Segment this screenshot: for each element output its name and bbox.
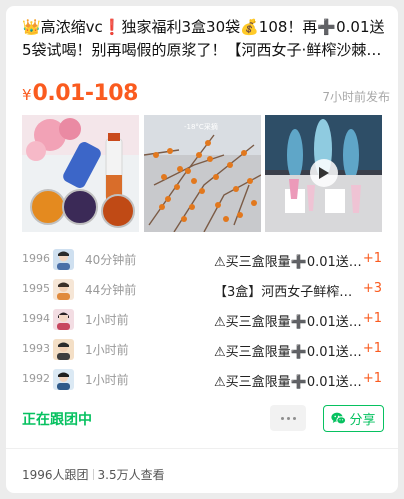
more-button[interactable] (270, 405, 306, 431)
order-number: 1994 (22, 312, 50, 325)
avatar[interactable] (53, 339, 74, 360)
order-quantity: +1 (362, 251, 382, 266)
price-row: ¥0.01-108 7小时前发布 (22, 81, 390, 108)
share-button[interactable]: 分享 (323, 405, 384, 432)
avatar[interactable] (53, 309, 74, 330)
avatar[interactable] (53, 369, 74, 390)
price: ¥0.01-108 (22, 81, 138, 106)
order-row[interactable]: 1994 1小时前 ⚠买三盒限量➕0.01送5袋 +1 (6, 305, 398, 335)
following-status-link[interactable]: 正在跟团中 (22, 409, 92, 429)
order-item: ⚠买三盒限量➕0.01送5袋 (214, 255, 362, 270)
product-video[interactable] (265, 115, 382, 232)
order-number: 1992 (22, 372, 50, 385)
post-title[interactable]: 👑高浓缩vc❗独家福利3盒30袋💰108！再➕0.01送5袋试喝！别再喝假的原浆… (22, 16, 390, 62)
group-buy-card[interactable]: 👑高浓缩vc❗独家福利3盒30袋💰108！再➕0.01送5袋试喝！别再喝假的原浆… (6, 6, 398, 493)
order-item: 【3盒】河西女子鲜榨沙棘原浆 (214, 285, 362, 300)
group-stats: 1996人跟团 3.5万人查看 (22, 466, 165, 483)
avatar[interactable] (53, 279, 74, 300)
order-time: 44分钟前 (85, 283, 137, 297)
product-image-1[interactable] (22, 115, 139, 232)
order-quantity: +1 (362, 371, 382, 386)
order-number: 1995 (22, 282, 50, 295)
order-time: 1小时前 (85, 373, 129, 387)
order-row[interactable]: 1992 1小时前 ⚠买三盒限量➕0.01送5袋 +1 (6, 365, 398, 395)
more-icon (280, 416, 284, 420)
views-count: 3.5万人查看 (97, 468, 165, 482)
order-row[interactable]: 1996 40分钟前 ⚠买三盒限量➕0.01送5袋 +1 (6, 245, 398, 275)
posted-time: 7小时前发布 (322, 90, 390, 104)
order-number: 1996 (22, 252, 50, 265)
followers-count: 1996人跟团 (22, 468, 89, 482)
order-item: ⚠买三盒限量➕0.01送5袋 (214, 315, 362, 330)
avatar[interactable] (53, 249, 74, 270)
product-image-2[interactable]: -18°C采摘 (144, 115, 261, 232)
order-number: 1993 (22, 342, 50, 355)
order-row[interactable]: 1995 44分钟前 【3盒】河西女子鲜榨沙棘原浆 +3 (6, 275, 398, 305)
play-icon[interactable] (310, 159, 338, 187)
order-time: 40分钟前 (85, 253, 137, 267)
share-label: 分享 (349, 413, 376, 428)
price-value: 0.01-108 (32, 81, 139, 106)
order-quantity: +3 (362, 281, 382, 296)
order-list: 1996 40分钟前 ⚠买三盒限量➕0.01送5袋 +1 1995 44分钟前 … (6, 245, 398, 395)
currency-symbol: ¥ (22, 86, 32, 104)
order-quantity: +1 (362, 311, 382, 326)
order-item: ⚠买三盒限量➕0.01送5袋 (214, 375, 362, 390)
order-row[interactable]: 1993 1小时前 ⚠买三盒限量➕0.01送5袋 +1 (6, 335, 398, 365)
order-time: 1小时前 (85, 343, 129, 357)
image-caption: -18°C采摘 (184, 122, 218, 131)
order-time: 1小时前 (85, 313, 129, 327)
order-item: ⚠买三盒限量➕0.01送5袋 (214, 345, 362, 360)
order-quantity: +1 (362, 341, 382, 356)
wechat-icon (331, 412, 347, 425)
divider (6, 448, 398, 449)
